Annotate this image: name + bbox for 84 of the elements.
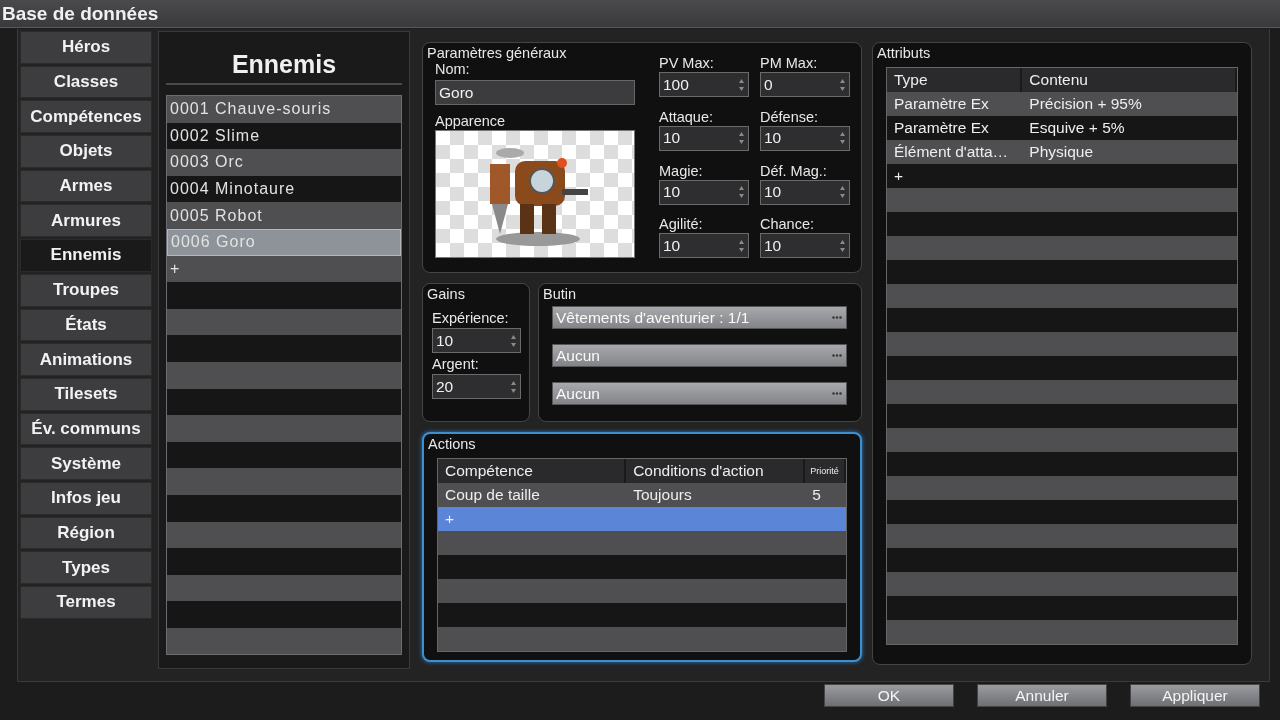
nav-tab[interactable]: Armes bbox=[20, 169, 152, 203]
nav-tab[interactable]: Év. communs bbox=[20, 412, 152, 446]
column-header[interactable]: Priorité bbox=[805, 459, 846, 483]
more-icon bbox=[832, 316, 842, 319]
nav-tab[interactable]: Armures bbox=[20, 204, 152, 238]
nav-tab[interactable]: Animations bbox=[20, 343, 152, 376]
column-header[interactable]: Contenu bbox=[1022, 68, 1237, 92]
nav-tab[interactable]: Classes bbox=[20, 65, 152, 99]
number-field[interactable]: 10 bbox=[659, 125, 749, 151]
panel-title: Gains bbox=[427, 286, 466, 302]
table-cell-text: Esquive + 5% bbox=[1028, 118, 1126, 138]
field-label: Agilité: bbox=[659, 216, 704, 234]
table-cell-text: Coup de taille bbox=[444, 485, 541, 505]
spin-arrows-icon bbox=[738, 77, 745, 92]
table-cell-text: + bbox=[893, 166, 905, 186]
nav-tab[interactable]: Compétences bbox=[20, 100, 152, 134]
spin-arrows-icon bbox=[839, 131, 846, 146]
number-field[interactable]: 10 bbox=[659, 179, 749, 205]
field-label: Déf. Mag.: bbox=[760, 162, 828, 180]
name-field[interactable]: Goro bbox=[435, 80, 635, 105]
field-label: Attaque: bbox=[659, 108, 714, 126]
dialog-button[interactable]: Appliquer bbox=[1130, 684, 1260, 707]
table-cell-text: Précision + 95% bbox=[1028, 94, 1143, 114]
enemy-list-item[interactable]: 0005 Robot bbox=[167, 202, 401, 229]
table-cell-text: 5 bbox=[811, 485, 822, 505]
number-field[interactable]: 100 bbox=[659, 72, 749, 97]
nav-tab[interactable]: Troupes bbox=[20, 273, 152, 307]
enemy-list-item[interactable]: 0003 Orc bbox=[167, 149, 401, 176]
enemy-list-item[interactable]: 0001 Chauve-souris bbox=[167, 96, 401, 123]
field-label: Apparence bbox=[435, 113, 507, 130]
panel-title: Butin bbox=[543, 286, 578, 302]
table-cell-text: Élément d'atta… bbox=[893, 142, 1010, 162]
column-header[interactable]: Conditions d'action bbox=[626, 459, 806, 483]
list-title: Ennemis bbox=[231, 50, 337, 79]
nav-tab[interactable]: Système bbox=[20, 447, 152, 480]
field-label: Magie: bbox=[659, 162, 704, 180]
enemy-sprite[interactable] bbox=[435, 130, 635, 258]
table-cell-text: Paramètre Ex bbox=[893, 94, 990, 114]
number-field[interactable]: 0 bbox=[760, 72, 850, 97]
nav-tab[interactable]: Objets bbox=[20, 135, 152, 168]
nav-tab[interactable]: Types bbox=[20, 551, 152, 584]
field-label: PV Max: bbox=[659, 55, 715, 72]
more-icon bbox=[832, 392, 842, 395]
number-field[interactable]: 10 bbox=[760, 179, 850, 205]
spin-arrows-icon bbox=[839, 185, 846, 199]
spin-arrows-icon bbox=[738, 131, 745, 146]
number-field[interactable]: 20 bbox=[432, 374, 521, 399]
spin-arrows-icon bbox=[738, 185, 745, 199]
panel-title: Actions bbox=[428, 436, 477, 452]
number-field[interactable]: 10 bbox=[432, 328, 521, 353]
nav-tab[interactable]: Région bbox=[20, 516, 152, 550]
spin-arrows-icon bbox=[839, 238, 846, 253]
table-cell-text: Paramètre Ex bbox=[893, 118, 990, 138]
number-field[interactable]: 10 bbox=[760, 233, 850, 259]
nav-tab[interactable]: Infos jeu bbox=[20, 481, 152, 515]
table-cell-text: + bbox=[444, 509, 456, 529]
field-label: Nom: bbox=[435, 61, 471, 78]
spin-arrows-icon bbox=[738, 238, 745, 253]
panel-title: Paramètres généraux bbox=[427, 45, 568, 61]
table-row[interactable]: Coup de taille Toujours 5 bbox=[438, 483, 846, 507]
add-row[interactable]: + bbox=[167, 255, 401, 283]
nav-tab[interactable]: Ennemis bbox=[20, 239, 152, 272]
field-label: PM Max: bbox=[760, 55, 819, 72]
spin-arrows-icon bbox=[510, 333, 517, 348]
panel-title: Attributs bbox=[877, 45, 932, 61]
nav-tab[interactable]: Héros bbox=[20, 31, 152, 64]
column-header[interactable]: Compétence bbox=[438, 459, 627, 483]
table-cell-text: Toujours bbox=[632, 485, 693, 505]
table-cell-text: Physique bbox=[1028, 142, 1095, 162]
spin-arrows-icon bbox=[839, 77, 846, 92]
number-field[interactable]: 10 bbox=[659, 233, 749, 259]
nav-tab[interactable]: États bbox=[20, 308, 152, 342]
window-title: Base de données bbox=[1, 2, 159, 25]
nav-tab[interactable]: Termes bbox=[20, 586, 152, 619]
field-label: Expérience: bbox=[432, 310, 510, 327]
column-header[interactable]: Type bbox=[887, 68, 1023, 92]
spin-arrows-icon bbox=[510, 379, 517, 394]
field-label: Défense: bbox=[760, 108, 820, 126]
number-field[interactable]: 10 bbox=[760, 125, 850, 151]
field-label: Chance: bbox=[760, 216, 815, 234]
nav-tab[interactable]: Tilesets bbox=[20, 377, 152, 411]
more-icon bbox=[832, 354, 842, 357]
field-label: Argent: bbox=[432, 356, 480, 373]
dialog-button[interactable]: Annuler bbox=[977, 684, 1107, 707]
